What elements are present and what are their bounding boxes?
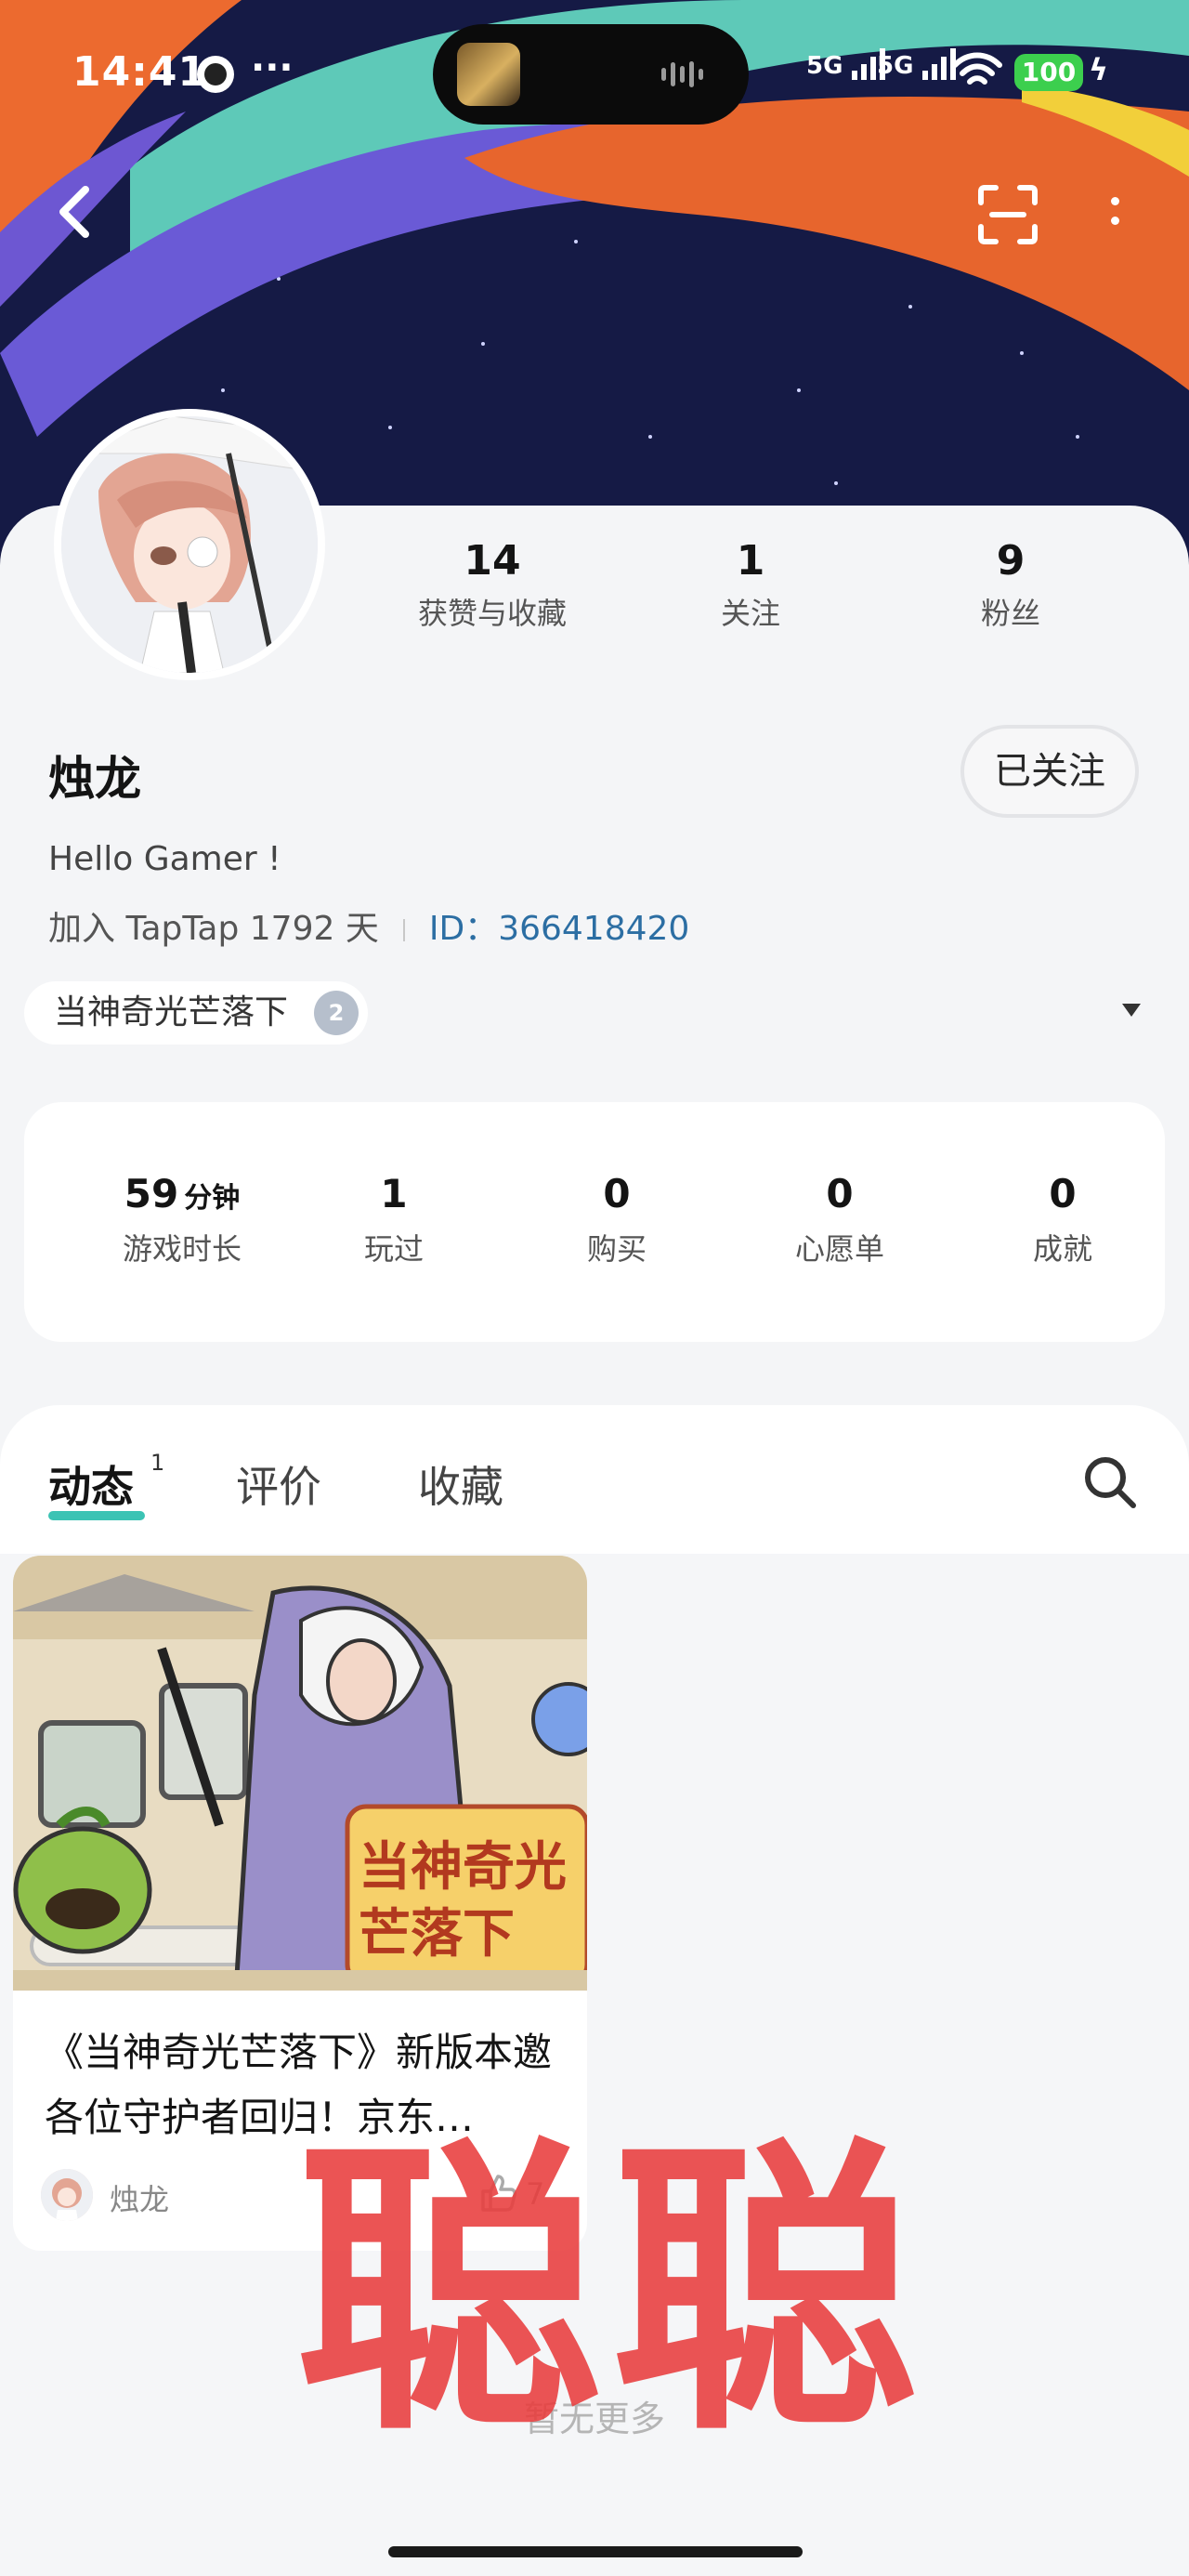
stat-following[interactable]: 1 关注	[639, 537, 862, 633]
watermark-text: 聪聪	[295, 2110, 927, 2471]
stat-label: 关注	[720, 596, 780, 631]
username: 烛龙	[48, 752, 141, 806]
author-name[interactable]: 烛龙	[110, 2176, 169, 2219]
tab-active-indicator	[48, 1511, 145, 1520]
game-chip-label: 当神奇光芒落下	[54, 993, 289, 1032]
dropdown-arrow-icon[interactable]	[1122, 1004, 1141, 1017]
stat-followers[interactable]: 9 粉丝	[899, 537, 1122, 633]
id-label: ID：	[428, 910, 499, 948]
profile-meta: 加入 TapTap 1792 天 ID：366418420	[48, 901, 689, 950]
tab-favorites[interactable]: 收藏	[418, 1453, 503, 1515]
author-avatar[interactable]	[41, 2169, 93, 2221]
battery-indicator: 100	[1014, 54, 1083, 91]
tab-feed-count: 1	[150, 1450, 165, 1476]
chip-badge-count: 2	[328, 1000, 345, 1026]
tab-bar	[0, 1405, 1189, 1554]
bolt-icon: ϟ	[1089, 52, 1109, 87]
signal-label-1: 5G	[806, 52, 843, 80]
id-value[interactable]: 366418420	[498, 910, 689, 948]
divider	[402, 919, 405, 941]
avatar[interactable]	[54, 409, 325, 680]
back-arrow-icon	[59, 186, 89, 238]
stat-value: 59	[124, 1171, 179, 1216]
wifi-icon	[952, 52, 1002, 85]
stat-wishlist[interactable]: 0 心愿单	[738, 1171, 942, 1268]
media-thumbnail	[457, 43, 520, 106]
stat-value: 1	[380, 1171, 408, 1216]
back-button[interactable]	[52, 182, 108, 247]
stat-played[interactable]: 1 玩过	[292, 1171, 496, 1268]
status-time: 14:41	[72, 48, 208, 96]
stat-value: 0	[826, 1171, 854, 1216]
stat-unit: 分钟	[184, 1182, 241, 1215]
stat-value: 0	[1049, 1171, 1077, 1216]
joined-days: 加入 TapTap 1792 天	[48, 910, 379, 948]
status-more: ···	[251, 46, 294, 89]
post-cover-title: 当神奇光芒落下	[359, 1837, 567, 1965]
bio: Hello Gamer !	[48, 840, 281, 878]
status-bar: 14:41 ··· 5G 5G 100 ϟ	[0, 0, 1189, 149]
more-menu-button[interactable]	[1096, 186, 1133, 251]
stat-label: 玩过	[363, 1231, 424, 1267]
stat-value: 1	[736, 537, 765, 585]
stat-label: 成就	[1032, 1231, 1092, 1267]
game-chip[interactable]: 当神奇光芒落下 2	[24, 981, 369, 1045]
stat-likes[interactable]: 14 获赞与收藏	[381, 537, 604, 633]
stat-label: 获赞与收藏	[417, 596, 567, 631]
tab-reviews[interactable]: 评价	[236, 1453, 321, 1515]
stat-achievements[interactable]: 0 成就	[960, 1171, 1165, 1268]
dynamic-island[interactable]	[433, 24, 749, 125]
stat-playtime[interactable]: 59 分钟 游戏时长	[80, 1171, 284, 1268]
post-cover-image: 当神奇光芒落下	[13, 1556, 587, 1993]
stat-label: 粉丝	[980, 596, 1040, 631]
search-button[interactable]	[1081, 1453, 1141, 1513]
scan-button[interactable]	[975, 182, 1040, 247]
stat-label: 购买	[586, 1231, 647, 1267]
stat-value: 9	[996, 537, 1026, 585]
stat-value: 14	[464, 537, 521, 585]
audio-wave-icon	[661, 61, 717, 87]
stat-purchased[interactable]: 0 购买	[515, 1171, 719, 1268]
more-vertical-icon	[1110, 197, 1119, 205]
game-stats-card: 59 分钟 游戏时长 1 玩过 0 购买 0 心愿单 0 成就	[24, 1102, 1165, 1342]
signal-label-2: 5G	[877, 52, 914, 80]
home-indicator[interactable]	[388, 2546, 803, 2557]
scan-icon	[978, 185, 1038, 244]
tab-feed[interactable]: 动态	[48, 1453, 134, 1515]
search-icon	[1085, 1457, 1136, 1508]
stat-label: 心愿单	[794, 1231, 884, 1267]
stat-label: 游戏时长	[122, 1231, 242, 1267]
chip-badge: 2	[314, 991, 359, 1035]
stat-value: 0	[603, 1171, 631, 1216]
signal-icon-2: 5G	[877, 48, 960, 80]
follow-button[interactable]: 已关注	[960, 725, 1139, 818]
avatar-image	[61, 416, 318, 673]
more-vertical-icon-dot	[1110, 217, 1119, 225]
clock-icon	[197, 56, 234, 93]
